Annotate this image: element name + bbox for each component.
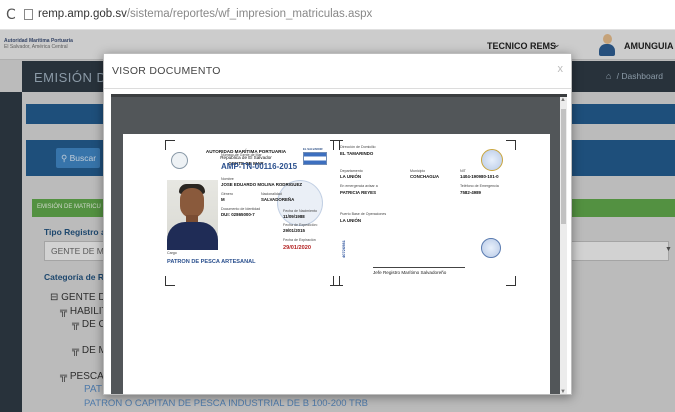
pdf-page: AUTORIDAD MARÍTIMA PORTUARIA República d… xyxy=(123,134,550,394)
crop-mark xyxy=(506,140,516,150)
scrollbar-thumb[interactable] xyxy=(561,109,566,224)
modal-title: VISOR DOCUMENTO xyxy=(112,65,221,77)
modal-header: VISOR DOCUMENTO x xyxy=(104,54,571,89)
documento-value: DUI: 02865000-7 xyxy=(221,212,255,217)
expiracion-label: Fecha de Expiración xyxy=(283,238,316,242)
direccion-label: Dirección de Domicilio xyxy=(340,145,376,149)
id-card: AUTORIDAD MARÍTIMA PORTUARIA República d… xyxy=(165,140,516,286)
crop-mark xyxy=(165,276,175,286)
municipio-value: CONCHAGUA xyxy=(410,174,440,179)
crop-mark xyxy=(165,140,175,150)
telefono-label: Teléfono de Emergencia xyxy=(460,184,499,188)
emergencia-value: PATRICIA REYES xyxy=(340,190,377,195)
reload-icon[interactable]: C xyxy=(6,7,16,23)
photo-shirt xyxy=(167,222,218,250)
card-serial: 40726981 xyxy=(341,240,346,258)
nombre-value: JOSE EDUARDO MOLINA RODRIGUEZ xyxy=(221,182,303,187)
scroll-up-icon[interactable]: ▲ xyxy=(560,97,566,103)
cargo-label: Cargo xyxy=(167,251,177,255)
page-icon xyxy=(24,9,33,20)
close-icon[interactable]: x xyxy=(558,63,564,75)
numero-value: AMP-TN-00116-2015 xyxy=(221,162,298,171)
el-salvador-flag-icon xyxy=(303,152,327,165)
expiracion-value: 29/01/2020 xyxy=(283,245,311,251)
registry-seal-icon xyxy=(481,238,501,258)
holder-photo xyxy=(167,180,218,250)
crop-mark xyxy=(333,276,343,286)
puerto-value: LA UNIÓN xyxy=(340,218,362,223)
nacionalidad-value: SALVADOREÑA xyxy=(261,197,295,202)
scroll-down-icon[interactable]: ▼ xyxy=(560,389,566,394)
expedicion-value: 29/01/2015 xyxy=(283,228,305,233)
signature-caption: Jefe Registro Marítimo Salvadoreño xyxy=(373,270,447,275)
pdf-viewer[interactable]: ▲ ▼ AUTORIDAD MARÍTIMA PORTUARIA Repúbli… xyxy=(111,94,567,394)
puerto-label: Puerto Base de Operaciones xyxy=(340,212,387,216)
crop-mark xyxy=(506,276,516,286)
url-text[interactable]: remp.amp.gob.sv/sistema/reportes/wf_impr… xyxy=(38,8,372,20)
coat-of-arms-icon xyxy=(481,149,503,171)
numero-label: Número de Gente de Mar xyxy=(221,153,262,157)
viewer-scrollbar[interactable]: ▲ ▼ xyxy=(560,97,567,394)
signature-line xyxy=(373,267,465,268)
direccion-value: EL TAMARINDO xyxy=(340,151,374,156)
cargo-value: PATRON DE PESCA ARTESANAL xyxy=(167,259,256,265)
document-viewer-modal: VISOR DOCUMENTO x ▲ ▼ AUTORIDAD MARÍTIMA… xyxy=(103,53,572,395)
amp-logo-icon xyxy=(171,152,188,169)
flag-caption: EL SALVADOR xyxy=(303,147,323,151)
url-path: /sistema/reportes/wf_impresion_matricula… xyxy=(126,8,373,20)
emergencia-label: En emergencia avisar a xyxy=(340,184,378,188)
nacimiento-value: 11/09/1988 xyxy=(283,214,305,219)
departamento-value: LA UNIÓN xyxy=(340,174,362,179)
genero-value: M xyxy=(221,197,225,202)
telefono-value: 7582-4989 xyxy=(460,190,481,195)
photo-face xyxy=(180,188,204,218)
nit-value: 1404-190980-101-0 xyxy=(460,174,499,179)
browser-address-bar: C remp.amp.gob.sv/sistema/reportes/wf_im… xyxy=(0,0,675,30)
url-host: remp.amp.gob.sv xyxy=(38,8,127,20)
